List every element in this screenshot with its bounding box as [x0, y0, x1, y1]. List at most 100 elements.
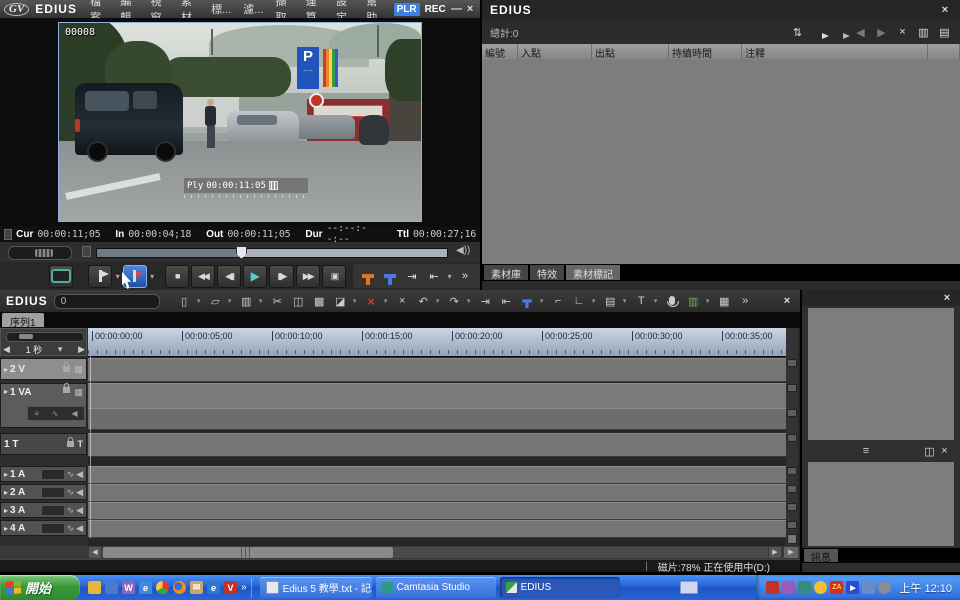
speaker-icon-2a[interactable]: ◀	[76, 487, 83, 498]
internet-explorer-icon[interactable]: e	[139, 581, 152, 594]
sort-icon[interactable]: ⇅	[790, 26, 805, 39]
marker-list-body[interactable]	[482, 59, 960, 264]
new-sequence-button[interactable]: ▯	[176, 293, 193, 309]
title-dropdown-icon[interactable]: ▾	[652, 297, 660, 305]
track-header-1a[interactable]: ▸ 1 A ∿ ◀	[0, 466, 87, 482]
voiceover-button[interactable]	[664, 293, 681, 309]
track-header-2a[interactable]: ▸ 2 A ∿ ◀	[0, 484, 87, 500]
next-marker-icon[interactable]: ▶	[874, 26, 889, 39]
waveform-icon-3a[interactable]: ∿	[67, 505, 75, 516]
zoom-dropdown-icon[interactable]: ▾	[58, 344, 63, 355]
mixer-button[interactable]: ▦	[716, 293, 733, 309]
track-row-4a[interactable]	[88, 520, 786, 538]
track-row-3a[interactable]	[88, 502, 786, 520]
zoom-slider-thumb[interactable]	[19, 334, 33, 339]
delete-marker-icon[interactable]: ×	[895, 26, 910, 38]
paste-button[interactable]: ▩	[311, 293, 328, 309]
message-close-icon[interactable]: ×	[940, 292, 954, 304]
menu-filter[interactable]: 濾...	[238, 1, 268, 17]
mail-icon[interactable]: ✉	[190, 581, 203, 594]
tray-antivirus-icon[interactable]	[766, 581, 779, 594]
copy-button[interactable]: ◫	[290, 293, 307, 309]
column-out[interactable]: 出點	[592, 44, 669, 59]
panel-options-icon[interactable]: ◫	[922, 445, 937, 458]
media-app-icon[interactable]: W	[122, 581, 135, 594]
add-to-timeline-button[interactable]: ⇥	[477, 293, 494, 309]
timeline-vertical-scrollbar[interactable]	[786, 328, 798, 546]
zoom-out-icon[interactable]: ◀	[3, 344, 10, 355]
internet-explorer-2-icon[interactable]: e	[207, 581, 220, 594]
pause-icon[interactable]	[269, 181, 278, 190]
next-frame-button[interactable]: ▮▶	[269, 265, 293, 288]
open-dropdown-icon[interactable]: ▾	[226, 297, 234, 305]
column-number[interactable]: 編號	[482, 44, 518, 59]
vscroll-button[interactable]	[787, 409, 797, 417]
stop-button[interactable]: ■	[165, 265, 189, 288]
view-mode-icon[interactable]: ▤	[937, 26, 952, 39]
expand-icon-4a[interactable]: ▸	[4, 524, 8, 533]
expand-icon-2a[interactable]: ▸	[4, 488, 8, 497]
tray-utility-icon[interactable]	[798, 581, 811, 594]
more-transport-icon[interactable]: »	[454, 267, 476, 285]
track-row-1a[interactable]	[88, 466, 786, 484]
mute-solo-box-4a[interactable]	[41, 523, 65, 534]
jog-slider[interactable]	[8, 246, 72, 260]
waveform-icon-2a[interactable]: ∿	[67, 487, 75, 498]
vscroll-button[interactable]	[787, 467, 797, 475]
hscroll-corner-button[interactable]: ▶	[784, 547, 798, 558]
taskbar-item-notepad[interactable]: Edius 5 教學.txt - 記...	[260, 577, 372, 598]
zoom-in-icon[interactable]: ▶	[78, 344, 85, 355]
zoom-level-value[interactable]: 1 秒	[26, 343, 43, 356]
expand-icon-1a[interactable]: ▸	[4, 470, 8, 479]
tab-clip-markers[interactable]: 素材標記	[566, 265, 620, 280]
previous-frame-button[interactable]: ◀▮	[217, 265, 241, 288]
new-dropdown-icon[interactable]: ▾	[195, 297, 203, 305]
timeline-playhead-line[interactable]	[90, 356, 91, 538]
vscroll-down-button[interactable]	[787, 534, 797, 544]
send-to-timeline-button[interactable]: ⇥	[401, 267, 423, 285]
splitter-handle-icon[interactable]: ≡	[810, 445, 922, 457]
jog-slider-thumb[interactable]	[35, 249, 53, 257]
timeline-tracks-area[interactable]: 00:00:00;00 00:00:05;00 00:00:10;00 00:0…	[88, 328, 786, 546]
tray-updates-icon[interactable]	[878, 581, 891, 594]
track-row-1va-video[interactable]	[88, 383, 786, 409]
timeline-search-field[interactable]	[54, 294, 160, 309]
marker-dropdown-icon[interactable]: ▾	[445, 272, 454, 281]
save-dropdown-icon[interactable]: ▾	[257, 297, 265, 305]
track-header-4a[interactable]: ▸ 4 A ∿ ◀	[0, 520, 87, 536]
tab-messages[interactable]: 訊息	[804, 549, 838, 562]
waveform-icon-4a[interactable]: ∿	[67, 523, 75, 534]
trim-button[interactable]: ∟	[571, 293, 588, 309]
track-panel-icon-1va[interactable]: ▦	[74, 387, 83, 398]
display-loop-button[interactable]: ▣	[322, 265, 346, 288]
track-row-2a[interactable]	[88, 484, 786, 502]
menu-marker[interactable]: 標...	[206, 1, 236, 17]
open-project-button[interactable]: ▱	[207, 293, 224, 309]
lock-icon-1t[interactable]	[67, 441, 74, 447]
lock-icon[interactable]	[63, 366, 70, 372]
expand-icon[interactable]: ▸	[4, 365, 8, 374]
trim-dropdown-icon[interactable]: ▾	[590, 297, 598, 305]
mute-solo-box-2a[interactable]	[41, 487, 65, 498]
message-content-top[interactable]	[808, 308, 954, 440]
replace-dropdown-icon[interactable]: ▾	[351, 297, 359, 305]
language-bar-icon[interactable]	[680, 581, 698, 594]
track-header-1t[interactable]: 1 T T	[0, 433, 87, 455]
vscroll-button[interactable]	[787, 521, 797, 529]
taskbar-item-camtasia[interactable]: Camtasia Studio	[376, 577, 496, 598]
match-frame-button[interactable]: ▤	[602, 293, 619, 309]
track-row-1va-audio[interactable]	[88, 408, 786, 430]
add-to-bin-button[interactable]: ⇤	[498, 293, 515, 309]
send-to-bin-button[interactable]: ⇤	[423, 267, 445, 285]
tray-display-icon[interactable]	[862, 581, 875, 594]
set-in-flag-button[interactable]	[88, 265, 112, 288]
tab-effects[interactable]: 特效	[530, 265, 564, 280]
delete-button[interactable]: ×	[363, 293, 380, 309]
set-out-dropdown-icon[interactable]: ▾	[148, 272, 156, 281]
lock-icon-1va[interactable]	[63, 387, 70, 393]
track-row-1t[interactable]	[88, 433, 786, 457]
timeline-close-icon[interactable]: ×	[780, 295, 794, 307]
timeline-ruler[interactable]: 00:00:00;00 00:00:05;00 00:00:10;00 00:0…	[88, 328, 786, 357]
tab-bin[interactable]: 素材庫	[484, 265, 528, 280]
set-in-dropdown-icon[interactable]: ▾	[113, 272, 121, 281]
